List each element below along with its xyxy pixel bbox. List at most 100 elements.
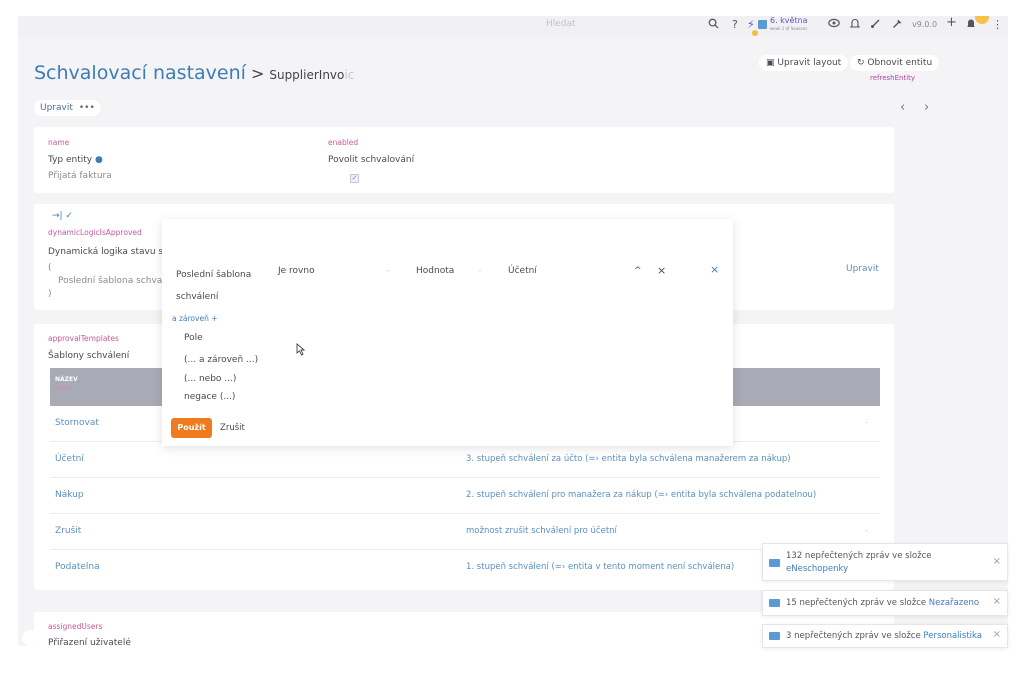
notification-toast[interactable]: 15 nepřečtených zpráv ve složce Nezařaze… [762,590,1008,616]
field-line-1: Poslední šablona [176,270,252,280]
date-sub: week 1 of Seasons [770,26,808,31]
edit-layout-button[interactable]: ▣ Upravit layout [759,55,849,71]
row-dash: - [865,526,868,535]
enable-approval-label: Povolit schvalování [328,155,415,165]
breadcrumb-separator: > [250,64,265,83]
refresh-entity-sublabel: refreshEntity [870,74,916,82]
search-icon[interactable] [708,18,719,33]
condition-field[interactable]: Poslední šablona schválení [176,264,251,308]
row-name[interactable]: Stornovat [55,418,99,428]
page-title-text: Schvalovací nastavení [34,62,246,84]
row-name[interactable]: Zrušit [55,526,81,536]
value-select[interactable]: Účetní [508,266,537,276]
close-icon[interactable]: × [993,629,1001,640]
cancel-button[interactable]: Zrušit [220,423,245,433]
chevron-up-icon[interactable]: ^ [634,266,642,276]
edit-logic-link[interactable]: Upravit [846,264,879,274]
toast-folder-link[interactable]: eNeschopenky [786,564,848,574]
envelope-icon [769,559,780,567]
table-row[interactable]: Podatelna 1. stupeň schválení (=› entita … [50,550,880,586]
condition-summary: Poslední šablona schva [58,276,163,286]
eye-icon[interactable] [828,18,840,32]
more-vertical-icon[interactable]: ⋮ [992,18,1003,32]
column-header-name[interactable]: NÁZEV [55,376,78,383]
operator-select[interactable]: Je rovno [278,266,315,276]
calendar-icon[interactable] [758,20,767,29]
bell-icon[interactable] [966,18,976,33]
more-button[interactable]: ••• [79,103,95,113]
table-row[interactable]: Účetní 3. stupeň schválení za účto (=› en… [50,442,880,478]
row-description: 3. stupeň schválení za účto (=› entita b… [466,454,791,464]
dynamic-logic-label: Dynamická logika stavu s [48,247,164,257]
approval-templates-label: Šablony schválení [48,351,130,361]
apply-button[interactable]: Použít [171,418,212,438]
dynamic-logic-icons: →| ✓ [52,211,73,221]
side-handle[interactable] [22,630,38,646]
info-icon[interactable]: ● [95,155,103,165]
row-description: 2. stupeň schválení pro manažera za náku… [466,490,817,500]
search-input[interactable]: Hledat [546,19,576,29]
layout-icon: ▣ [766,58,775,68]
prev-button[interactable]: ‹ [900,100,905,115]
toast-folder-link[interactable]: Nezařazeno [929,598,979,608]
row-description: možnost zrušit schválení pro účetní [466,526,617,536]
edit-layout-label: Upravit layout [777,58,842,68]
breadcrumb-entity[interactable]: SupplierInvo [269,68,344,82]
condition-editor-modal: Poslední šablona schválení Je rovno - Hod… [162,219,733,446]
enable-approval-checkbox[interactable]: ✓ [350,174,359,183]
add-icon[interactable]: + [946,16,957,30]
page-title: Schvalovací nastavení > SupplierInvoic [34,62,354,84]
paren-open: ( [48,263,52,273]
envelope-icon [769,632,780,640]
clear-value-icon[interactable]: × [657,264,666,277]
avatar[interactable] [975,16,989,24]
menu-item-and-group[interactable]: (... a zároveň ...) [184,355,258,365]
menu-item-field[interactable]: Pole [184,333,203,343]
envelope-icon [769,599,780,607]
field-line-2: schválení [176,292,219,302]
remove-condition-icon[interactable]: × [710,263,719,276]
toast-folder-link[interactable]: Personalistika [923,631,982,641]
date-main: 6. května [770,16,808,25]
value-mode-select[interactable]: Hodnota [416,266,454,276]
entity-type-label: Typ entity ● [48,155,103,165]
table-row[interactable]: Nákup 2. stupeň schválení pro manažera za… [50,478,880,514]
operator-dash: - [386,266,390,276]
entity-settings-card: name enabled Typ entity ● Povolit schval… [34,127,894,193]
version-label: v9.0.0 [912,20,938,29]
toast-message: 3 nepřečtených zpráv ve složce Personali… [786,631,982,641]
breadcrumb-entity-faded: ic [344,68,355,82]
row-dash: - [865,418,868,427]
edit-button[interactable]: Upravit [40,103,73,113]
notification-toast[interactable]: 132 nepřečtených zpráv ve složce eNeschop… [762,543,1008,581]
row-description: 1. stupeň schválení (=› entita v tento m… [466,562,735,572]
pin-icon[interactable] [892,18,903,33]
and-add-button[interactable]: a zároveň + [172,314,218,323]
notification-toast[interactable]: 3 nepřečtených zpráv ve složce Personali… [762,624,1008,648]
field-key-dynamic-logic: dynamicLogicIsApproved [48,228,142,237]
paren-close: ) [48,289,52,299]
notification-dot-icon [752,30,758,36]
close-icon[interactable]: × [993,596,1001,607]
row-name[interactable]: Nákup [55,490,84,500]
table-row[interactable]: Zrušit možnost zrušit schválení pro účetn… [50,514,880,550]
menu-item-or-group[interactable]: (... nebo ...) [184,374,236,384]
top-bar: Hledat ? ⚡ 6. května week 1 of Seasons v9… [18,16,1008,36]
edit-toolbar: Upravit ••• [34,100,101,116]
brush-icon[interactable] [870,18,881,33]
refresh-entity-button[interactable]: ↻ Obnovit entitu [850,55,940,71]
field-key-enabled: enabled [328,138,359,147]
close-icon[interactable]: × [993,556,1001,567]
row-name[interactable]: Podatelna [55,562,100,572]
assigned-users-label: Přiřazení uživatelé [48,638,131,646]
menu-item-negation[interactable]: negace (...) [184,392,235,402]
row-name[interactable]: Účetní [55,454,84,464]
mode-dash: - [478,266,482,276]
help-icon[interactable]: ? [732,18,738,32]
date-widget[interactable]: 6. května week 1 of Seasons [770,17,808,33]
field-key-name: name [48,138,70,147]
toast-message: 15 nepřečtených zpráv ve složce Nezařaze… [786,598,980,608]
bell-outline-icon[interactable] [849,18,861,33]
toast-message: 132 nepřečtených zpráv ve složce eNeschop… [786,551,932,574]
next-button[interactable]: › [924,100,929,115]
